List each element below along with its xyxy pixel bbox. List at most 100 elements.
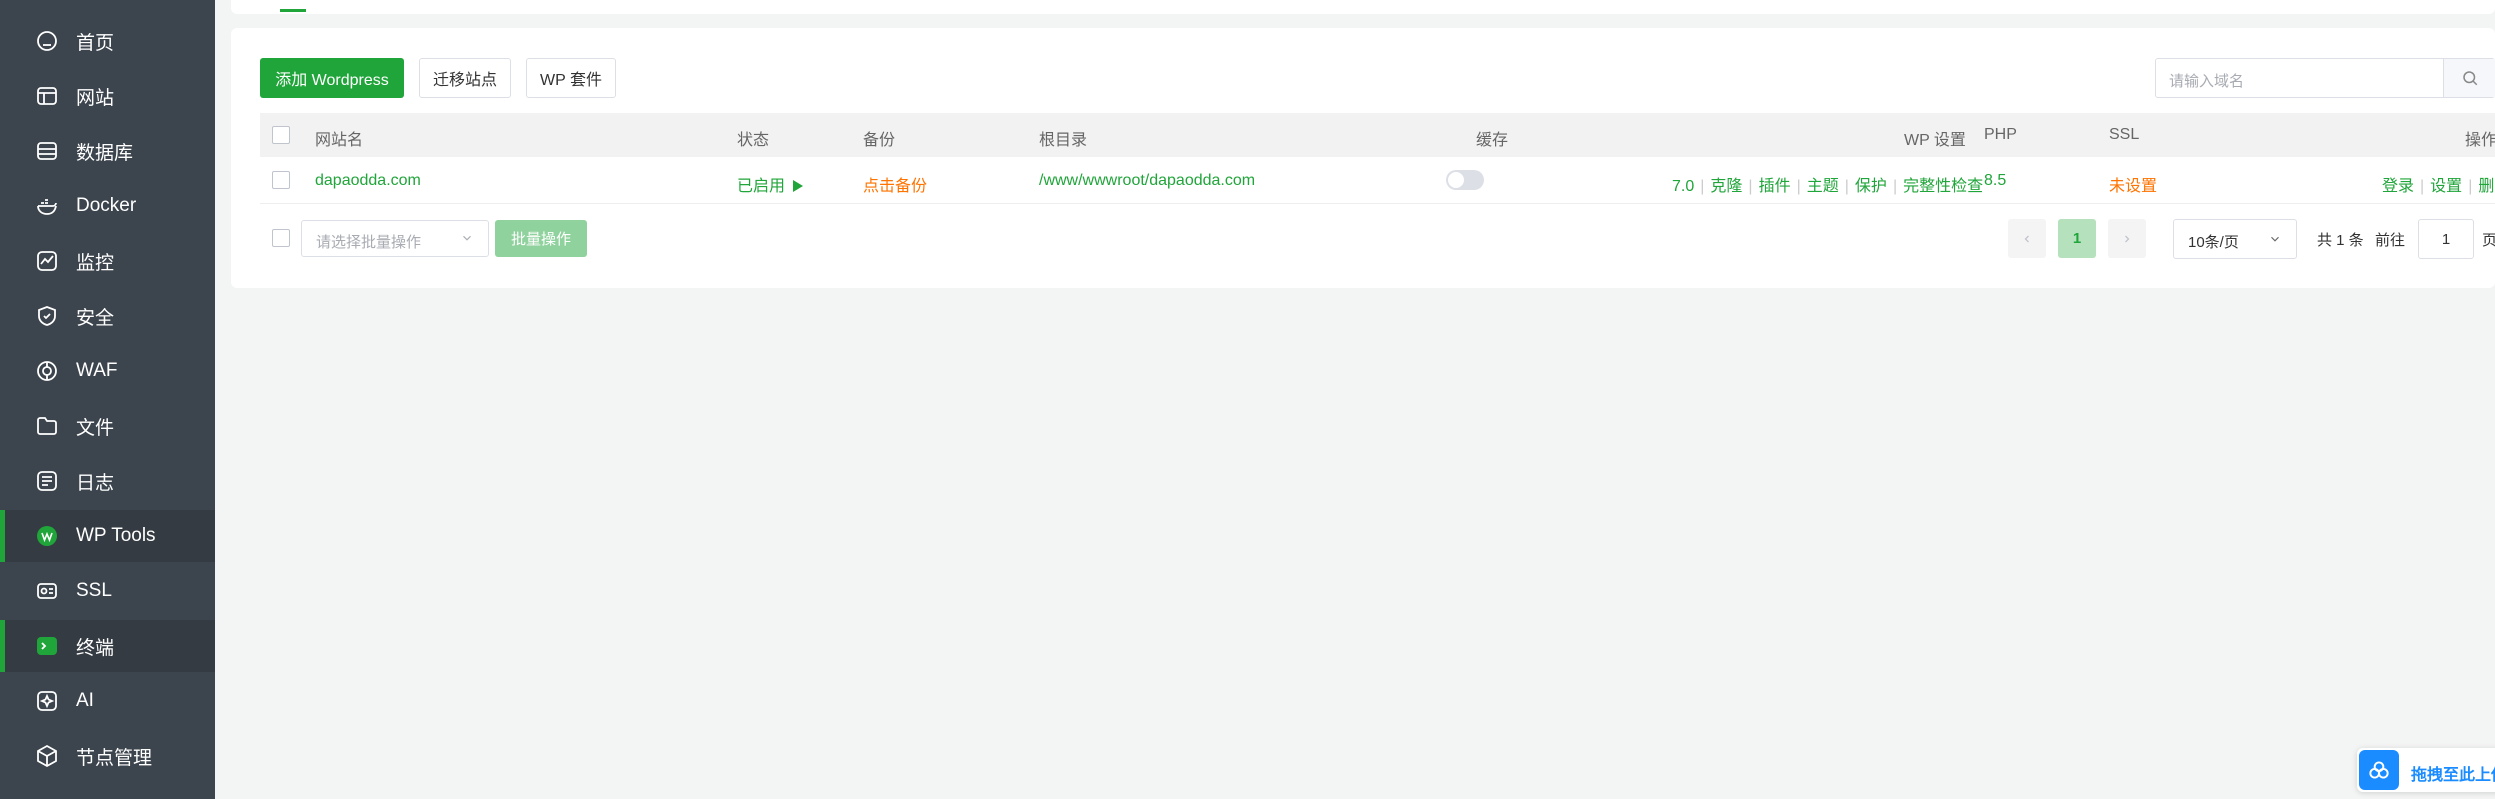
- php-version-link[interactable]: 8.5: [1984, 172, 2006, 190]
- sidebar-item-label: 文件: [76, 417, 115, 439]
- sidebar-item-ai[interactable]: AI: [0, 675, 215, 727]
- cloud-upload-icon: [2359, 750, 2399, 790]
- root-path-link[interactable]: /www/wwwroot/dapaodda.com: [1039, 172, 1255, 190]
- batch-operation-button[interactable]: 批量操作: [495, 220, 587, 257]
- migrate-site-button[interactable]: 迁移站点: [419, 58, 511, 98]
- sidebar-item-label: 节点管理: [76, 747, 153, 769]
- page-size-value: 10条/页: [2188, 234, 2239, 251]
- footer-select-all-checkbox[interactable]: [272, 229, 290, 247]
- search-button[interactable]: [2443, 59, 2495, 97]
- wp-clone-link[interactable]: 克隆: [1710, 178, 1742, 195]
- sidebar-item-label: AI: [76, 690, 94, 711]
- search-icon: [2462, 71, 2477, 86]
- add-wordpress-button[interactable]: 添加 Wordpress: [260, 58, 404, 98]
- wp-version[interactable]: 7.0: [1672, 178, 1694, 195]
- sidebar-item-label: 终端: [76, 637, 115, 659]
- backup-link[interactable]: 点击备份: [863, 172, 927, 196]
- wp-themes-link[interactable]: 主题: [1807, 178, 1839, 195]
- terminal-icon: [34, 633, 60, 659]
- domain-search[interactable]: 请输入域名: [2155, 58, 2495, 98]
- sidebar-item-label: Docker: [76, 195, 137, 216]
- sidebar-item-monitor[interactable]: 监控: [0, 235, 215, 287]
- cache-toggle[interactable]: [1446, 170, 1484, 190]
- sidebar-item-ssl[interactable]: SSL: [0, 565, 215, 617]
- status-toggle[interactable]: 已启用: [737, 172, 804, 196]
- site-name-link[interactable]: dapaodda.com: [315, 172, 421, 190]
- log-icon: [34, 468, 60, 494]
- wp-protect-link[interactable]: 保护: [1855, 178, 1887, 195]
- chevron-right-icon: [2125, 235, 2130, 242]
- page-size-select[interactable]: 10条/页: [2173, 219, 2297, 259]
- total-count: 共 1 条: [2317, 232, 2364, 249]
- ssl-status-link[interactable]: 未设置: [2109, 172, 2157, 196]
- node-icon: [34, 743, 60, 769]
- play-icon: [793, 180, 804, 192]
- upload-drop-widget[interactable]: 拖拽至此上传: [2357, 748, 2495, 792]
- wp-settings-links: 7.0 | 克隆 | 插件 | 主题 | 保护 | 完整性检查: [1672, 178, 1984, 195]
- col-cache: 缓存: [1476, 132, 1509, 149]
- col-root: 根目录: [1039, 132, 1088, 149]
- col-actions: 操作: [2465, 132, 2495, 149]
- next-page-button[interactable]: [2108, 219, 2146, 258]
- table-row: dapaodda.com 已启用 点击备份 /www/wwwroot/dapao…: [260, 157, 2495, 204]
- ssl-icon: [34, 578, 60, 604]
- website-icon: [34, 83, 60, 109]
- sidebar-item-waf[interactable]: WAF: [0, 345, 215, 397]
- row-checkbox[interactable]: [272, 171, 290, 189]
- sidebar-item-label: 监控: [76, 252, 115, 274]
- docker-icon: [34, 193, 60, 219]
- col-status: 状态: [737, 132, 770, 149]
- chevron-down-icon: [2271, 236, 2279, 242]
- delete-link[interactable]: 删除: [2478, 178, 2495, 195]
- ai-icon: [34, 688, 60, 714]
- sidebar-item-label: SSL: [76, 580, 112, 601]
- sidebar-item-label: 网站: [76, 87, 115, 109]
- active-tab-indicator: [280, 9, 306, 12]
- sidebar-item-files[interactable]: 文件: [0, 400, 215, 452]
- sidebar-item-docker[interactable]: Docker: [0, 180, 215, 232]
- sidebar-item-wp-tools[interactable]: WP Tools: [0, 510, 215, 562]
- status-label: 已启用: [737, 178, 786, 195]
- goto-label: 前往: [2375, 232, 2406, 249]
- search-input[interactable]: 请输入域名: [2169, 70, 2244, 91]
- col-php[interactable]: PHP: [1984, 126, 2017, 144]
- sidebar-item-home[interactable]: 首页: [0, 15, 215, 67]
- sidebar-item-nodes[interactable]: 节点管理: [0, 730, 215, 782]
- wp-integrity-check-link[interactable]: 完整性检查: [1903, 178, 1983, 195]
- prev-page-button[interactable]: [2008, 219, 2046, 258]
- database-icon: [34, 138, 60, 164]
- page-number-current[interactable]: 1: [2058, 219, 2096, 258]
- sidebar-item-terminal[interactable]: 终端: [0, 620, 215, 672]
- wp-plugins-link[interactable]: 插件: [1759, 178, 1791, 195]
- sidebar-item-label: 首页: [76, 32, 115, 54]
- sidebar-item-label: WAF: [76, 360, 118, 381]
- goto-page-input[interactable]: 1: [2418, 219, 2474, 259]
- monitor-icon: [34, 248, 60, 274]
- wordpress-icon: [34, 523, 60, 549]
- sidebar-item-security[interactable]: 安全: [0, 290, 215, 342]
- tab-bar: [231, 0, 2495, 14]
- sidebar-item-logs[interactable]: 日志: [0, 455, 215, 507]
- sidebar-item-label: 日志: [76, 472, 115, 494]
- shield-icon: [34, 303, 60, 329]
- select-all-checkbox[interactable]: [272, 126, 290, 144]
- wp-suite-button[interactable]: WP 套件: [526, 58, 616, 98]
- col-ssl[interactable]: SSL: [2109, 126, 2139, 144]
- waf-icon: [34, 358, 60, 384]
- row-actions: 登录|设置|删除: [2382, 172, 2495, 196]
- settings-link[interactable]: 设置: [2430, 178, 2462, 195]
- home-icon: [34, 28, 60, 54]
- sidebar-item-database[interactable]: 数据库: [0, 125, 215, 177]
- sidebar: 首页 网站 数据库 Docker 监控 安全 WAF 文件 日志 WP Tool…: [0, 0, 215, 799]
- page-suffix: 页: [2482, 232, 2495, 249]
- table-header: 网站名 状态 备份 根目录 缓存 WP 设置 PHP SSL 操作: [260, 113, 2495, 157]
- chevron-left-icon: [2024, 235, 2029, 242]
- login-link[interactable]: 登录: [2382, 178, 2414, 195]
- toggle-knob: [1448, 172, 1464, 188]
- batch-select-placeholder: 请选择批量操作: [316, 234, 422, 251]
- col-site-name[interactable]: 网站名: [315, 126, 363, 150]
- sidebar-item-label: 安全: [76, 307, 115, 329]
- batch-operation-select[interactable]: 请选择批量操作: [301, 220, 489, 257]
- sidebar-item-website[interactable]: 网站: [0, 70, 215, 122]
- chevron-down-icon: [463, 235, 471, 241]
